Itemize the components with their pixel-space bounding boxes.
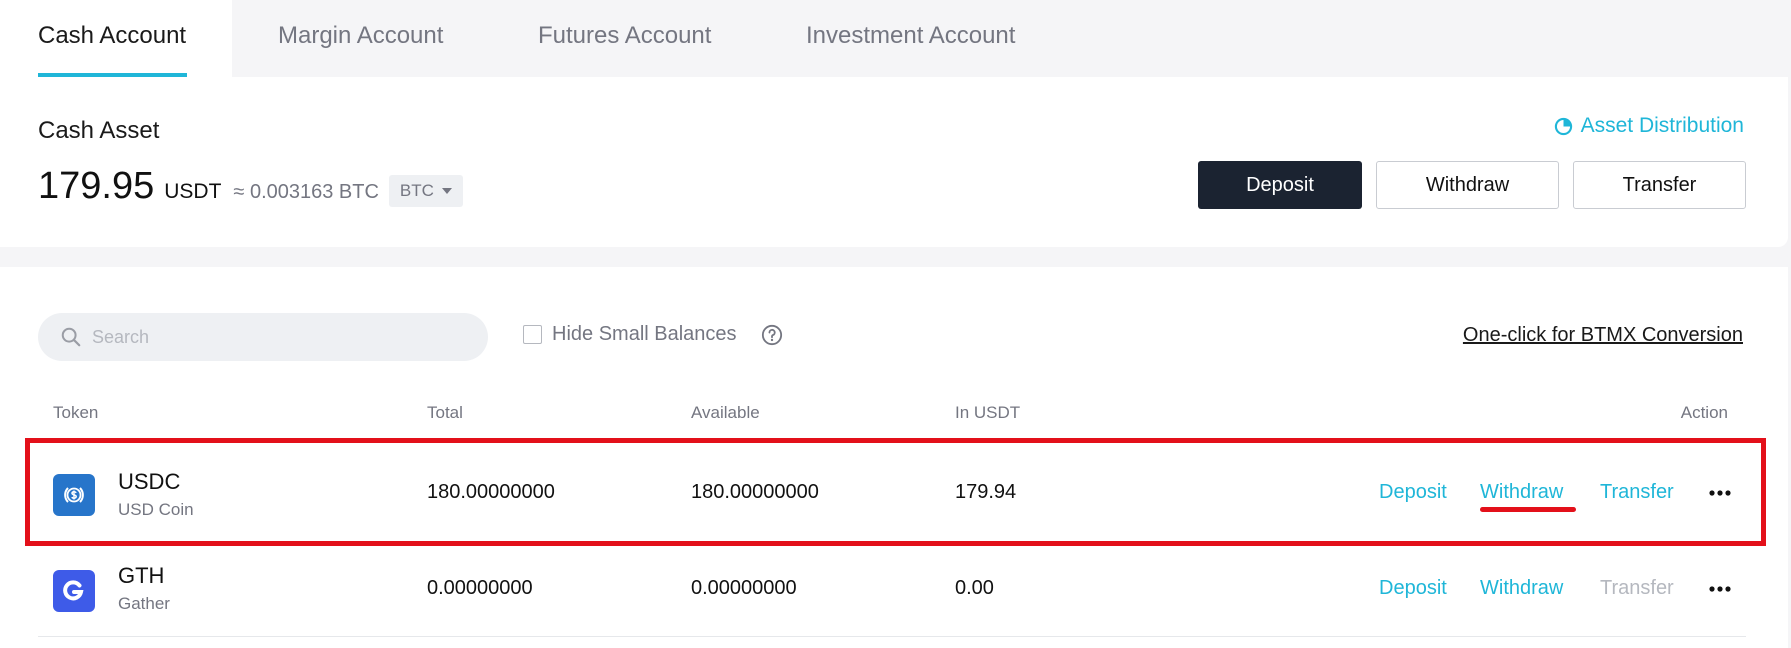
total-value: 0.00000000 — [427, 577, 533, 599]
balances-card: Hide Small Balances One-click for BTMX C… — [0, 267, 1788, 648]
hide-small-balances-checkbox[interactable] — [523, 325, 542, 344]
coin-select-dropdown[interactable]: BTC — [388, 175, 463, 207]
header-in-usdt: In USDT — [955, 403, 1021, 422]
deposit-button[interactable]: Deposit — [1198, 161, 1362, 209]
asset-total-value: 179.95 — [38, 165, 155, 207]
more-options-icon[interactable] — [1709, 586, 1731, 592]
available-value: 180.00000000 — [691, 481, 819, 503]
tab-cash-account-label: Cash Account — [38, 22, 187, 49]
row-deposit-link[interactable]: Deposit — [1379, 577, 1447, 600]
question-mark-icon[interactable] — [761, 324, 783, 346]
header-available: Available — [691, 403, 760, 422]
hide-small-balances: Hide Small Balances — [523, 323, 783, 346]
asset-distribution-link[interactable]: Asset Distribution — [1554, 114, 1744, 138]
search-icon — [61, 327, 81, 347]
tab-margin-account-label: Margin Account — [278, 22, 444, 49]
account-tabs: Cash Account Margin Account Futures Acco… — [0, 0, 1791, 77]
search-input[interactable] — [90, 325, 474, 349]
asset-unit: USDT — [164, 180, 222, 203]
table-row-gth: GTH Gather 0.00000000 0.00000000 0.00 De… — [38, 541, 1746, 637]
total-value: 180.00000000 — [427, 481, 555, 503]
tab-margin-account[interactable]: Margin Account — [278, 0, 443, 77]
row-withdraw-link[interactable]: Withdraw — [1480, 481, 1563, 504]
row-withdraw-link[interactable]: Withdraw — [1480, 577, 1563, 600]
pie-chart-icon — [1554, 117, 1572, 135]
in-usdt-value: 0.00 — [955, 577, 994, 599]
usdc-coin-icon — [53, 474, 95, 516]
header-action: Action — [1680, 403, 1728, 422]
hide-small-balances-label: Hide Small Balances — [552, 323, 737, 345]
withdraw-button[interactable]: Withdraw — [1376, 161, 1559, 209]
token-name: Gather — [118, 594, 170, 613]
tab-cash-account[interactable]: Cash Account — [0, 0, 232, 77]
tab-futures-account[interactable]: Futures Account — [538, 0, 711, 77]
search-box[interactable] — [38, 313, 488, 361]
token-name: USD Coin — [118, 500, 194, 519]
header-token: Token — [53, 403, 99, 422]
coin-select-value: BTC — [399, 181, 434, 200]
token-symbol: GTH — [118, 563, 165, 588]
in-usdt-value: 179.94 — [955, 481, 1017, 503]
withdraw-annotation-underline — [1480, 507, 1576, 512]
cash-asset-card: Cash Asset Asset Distribution 179.95 USD… — [0, 77, 1788, 247]
more-options-icon[interactable] — [1709, 490, 1731, 496]
header-total: Total — [427, 403, 463, 422]
row-deposit-link[interactable]: Deposit — [1379, 481, 1447, 504]
usdc-dollar-icon — [64, 487, 84, 503]
token-symbol: USDC — [118, 469, 181, 494]
tab-investment-account[interactable]: Investment Account — [806, 0, 1015, 77]
transfer-button[interactable]: Transfer — [1573, 161, 1746, 209]
gather-g-icon — [63, 580, 84, 601]
asset-distribution-label: Asset Distribution — [1580, 114, 1744, 137]
row-transfer-link-disabled: Transfer — [1600, 577, 1674, 599]
asset-value-row: 179.95 USDT ≈ 0.003163 BTC BTC — [38, 165, 463, 209]
caret-down-icon — [441, 188, 452, 194]
table-row-usdc: USDC USD Coin 180.00000000 180.00000000 … — [38, 445, 1746, 540]
cash-asset-title: Cash Asset — [38, 117, 160, 144]
row-transfer-link[interactable]: Transfer — [1600, 481, 1674, 504]
tab-investment-account-label: Investment Account — [806, 22, 1016, 49]
tab-futures-account-label: Futures Account — [538, 22, 712, 49]
btmx-conversion-link[interactable]: One-click for BTMX Conversion — [1463, 324, 1743, 347]
available-value: 0.00000000 — [691, 577, 797, 599]
asset-btc-approx: ≈ 0.003163 BTC — [233, 181, 379, 203]
gather-coin-icon — [53, 570, 95, 612]
